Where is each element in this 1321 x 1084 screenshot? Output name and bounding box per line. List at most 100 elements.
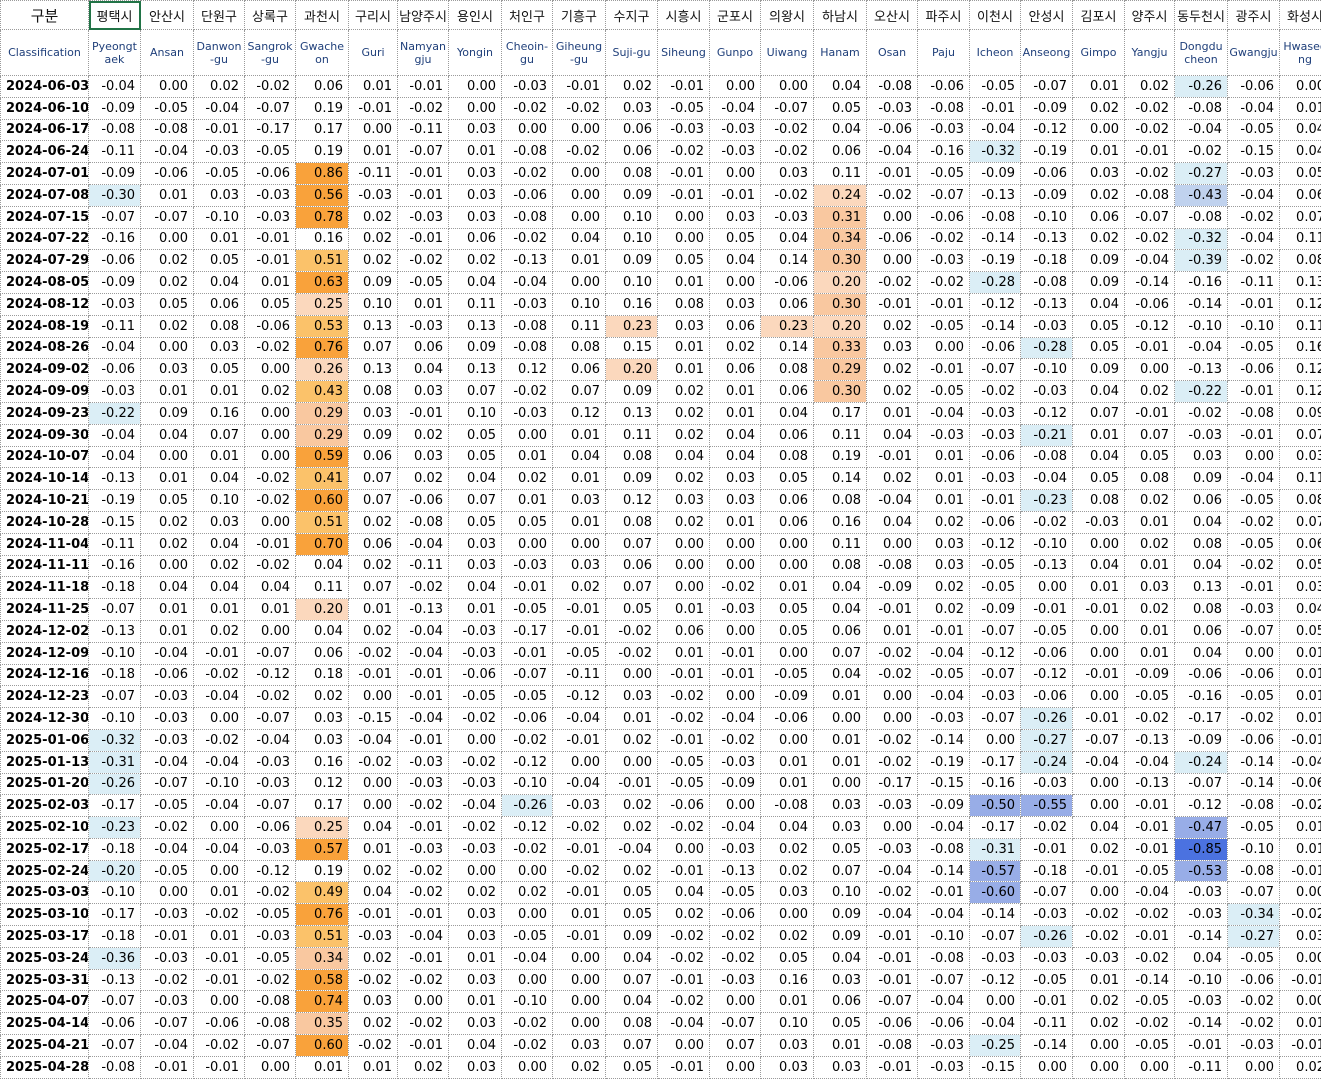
value-cell[interactable]: 0.05 bbox=[1072, 336, 1125, 360]
value-cell[interactable]: -0.13 bbox=[88, 619, 141, 643]
value-cell[interactable]: -0.01 bbox=[1020, 990, 1073, 1014]
value-cell[interactable]: 0.08 bbox=[1174, 532, 1228, 556]
row-date[interactable]: 2025-02-03 bbox=[0, 794, 89, 818]
value-cell[interactable]: 0.05 bbox=[813, 1012, 867, 1036]
value-cell[interactable]: 0.05 bbox=[501, 510, 553, 534]
value-cell[interactable]: -0.02 bbox=[709, 576, 761, 600]
value-cell[interactable]: 0.05 bbox=[448, 510, 502, 534]
value-cell[interactable]: 0.11 bbox=[813, 423, 867, 447]
value-cell[interactable]: -0.02 bbox=[866, 663, 918, 687]
value-cell[interactable]: 0.04 bbox=[552, 445, 606, 469]
value-cell[interactable]: 0.00 bbox=[657, 554, 710, 578]
value-cell[interactable]: 0.07 bbox=[193, 423, 245, 447]
value-cell[interactable]: 0.04 bbox=[1279, 140, 1321, 164]
value-cell[interactable]: 0.04 bbox=[760, 401, 814, 425]
value-cell[interactable]: -0.04 bbox=[88, 336, 141, 360]
value-cell[interactable]: 0.07 bbox=[552, 380, 606, 403]
value-cell[interactable]: -0.07 bbox=[1227, 619, 1280, 643]
value-cell[interactable]: -0.05 bbox=[1020, 619, 1073, 643]
value-cell[interactable]: -0.10 bbox=[501, 772, 553, 796]
value-cell[interactable]: -0.02 bbox=[1072, 903, 1125, 927]
row-date[interactable]: 2025-03-24 bbox=[0, 946, 89, 970]
value-cell[interactable]: -0.02 bbox=[605, 641, 658, 665]
value-cell[interactable]: -0.02 bbox=[501, 227, 553, 251]
value-cell[interactable]: -0.02 bbox=[605, 619, 658, 643]
value-cell[interactable]: 0.20 bbox=[813, 271, 867, 294]
value-cell[interactable]: -0.04 bbox=[1227, 227, 1280, 251]
value-cell[interactable]: 0.14 bbox=[760, 336, 814, 360]
value-cell[interactable]: 0.04 bbox=[295, 554, 349, 578]
value-cell[interactable]: 0.07 bbox=[348, 489, 398, 512]
value-cell[interactable]: 0.01 bbox=[1279, 707, 1321, 730]
value-cell[interactable]: -0.01 bbox=[657, 728, 710, 752]
value-cell[interactable]: -0.09 bbox=[969, 598, 1021, 621]
value-cell[interactable]: -0.01 bbox=[1124, 816, 1175, 839]
value-cell[interactable]: 0.02 bbox=[348, 859, 398, 883]
value-cell[interactable]: 0.03 bbox=[760, 1034, 814, 1057]
value-cell[interactable]: -0.01 bbox=[193, 641, 245, 665]
value-cell[interactable]: 0.01 bbox=[1279, 685, 1321, 709]
value-cell[interactable]: 0.08 bbox=[813, 489, 867, 512]
value-cell[interactable]: -0.14 bbox=[1227, 750, 1280, 774]
value-cell[interactable]: 0.07 bbox=[348, 467, 398, 491]
value-cell[interactable]: -0.03 bbox=[917, 1055, 970, 1079]
value-cell[interactable]: 0.00 bbox=[552, 118, 606, 142]
value-cell[interactable]: -0.02 bbox=[1174, 401, 1228, 425]
value-cell[interactable]: 0.04 bbox=[813, 75, 867, 98]
value-cell[interactable]: -0.01 bbox=[140, 1055, 194, 1079]
value-cell[interactable]: -0.08 bbox=[140, 118, 194, 142]
value-cell[interactable]: 0.10 bbox=[605, 271, 658, 294]
value-cell[interactable]: -0.04 bbox=[448, 794, 502, 818]
value-cell[interactable]: 0.07 bbox=[348, 576, 398, 600]
value-cell[interactable]: 0.00 bbox=[244, 1055, 296, 1079]
value-cell[interactable]: -0.02 bbox=[657, 685, 710, 709]
value-cell[interactable]: 0.04 bbox=[397, 358, 449, 382]
value-cell[interactable]: -0.03 bbox=[140, 903, 194, 927]
value-cell[interactable]: 0.02 bbox=[193, 75, 245, 98]
value-cell[interactable]: 0.06 bbox=[552, 358, 606, 382]
value-cell[interactable]: -0.04 bbox=[88, 445, 141, 469]
value-cell[interactable]: -0.05 bbox=[1227, 118, 1280, 142]
value-cell[interactable]: -0.03 bbox=[140, 685, 194, 709]
value-cell[interactable]: 0.00 bbox=[501, 968, 553, 992]
value-cell[interactable]: 0.06 bbox=[605, 140, 658, 164]
value-cell[interactable]: 0.08 bbox=[605, 510, 658, 534]
value-cell[interactable]: -0.05 bbox=[917, 663, 970, 687]
value-cell[interactable]: -0.02 bbox=[348, 750, 398, 774]
value-cell[interactable]: 0.00 bbox=[448, 728, 502, 752]
value-cell[interactable]: 0.58 bbox=[295, 968, 349, 992]
value-cell[interactable]: -0.04 bbox=[193, 837, 245, 861]
value-cell[interactable]: -0.16 bbox=[917, 140, 970, 164]
value-cell[interactable]: 0.08 bbox=[605, 445, 658, 469]
value-cell[interactable]: -0.27 bbox=[1174, 162, 1228, 185]
value-cell[interactable]: 0.06 bbox=[760, 510, 814, 534]
value-cell[interactable]: -0.10 bbox=[88, 641, 141, 665]
value-cell[interactable]: 0.04 bbox=[813, 576, 867, 600]
value-cell[interactable]: -0.23 bbox=[88, 816, 141, 839]
value-cell[interactable]: 0.00 bbox=[193, 816, 245, 839]
value-cell[interactable]: -0.03 bbox=[501, 75, 553, 98]
value-cell[interactable]: -0.07 bbox=[760, 96, 814, 120]
value-cell[interactable]: -0.06 bbox=[501, 183, 553, 207]
value-cell[interactable]: 0.01 bbox=[657, 336, 710, 360]
value-cell[interactable]: -0.17 bbox=[244, 118, 296, 142]
value-cell[interactable]: -0.02 bbox=[1227, 554, 1280, 578]
value-cell[interactable]: -0.08 bbox=[866, 554, 918, 578]
value-cell[interactable]: -0.03 bbox=[140, 990, 194, 1014]
value-cell[interactable]: 0.01 bbox=[397, 292, 449, 316]
value-cell[interactable]: -0.15 bbox=[969, 1055, 1021, 1079]
value-cell[interactable]: 0.09 bbox=[1072, 358, 1125, 382]
value-cell[interactable]: -0.04 bbox=[969, 118, 1021, 142]
value-cell[interactable]: 0.02 bbox=[348, 249, 398, 273]
value-cell[interactable]: 0.18 bbox=[295, 663, 349, 687]
value-cell[interactable]: -0.02 bbox=[1227, 1012, 1280, 1036]
value-cell[interactable]: 0.01 bbox=[760, 990, 814, 1014]
value-cell[interactable]: -0.01 bbox=[397, 946, 449, 970]
value-cell[interactable]: 0.00 bbox=[552, 162, 606, 185]
value-cell[interactable]: 0.02 bbox=[1072, 227, 1125, 251]
value-cell[interactable]: -0.06 bbox=[501, 707, 553, 730]
value-cell[interactable]: 0.09 bbox=[605, 467, 658, 491]
value-cell[interactable]: 0.00 bbox=[1072, 619, 1125, 643]
row-date[interactable]: 2024-07-15 bbox=[0, 205, 89, 229]
value-cell[interactable]: 0.10 bbox=[193, 489, 245, 512]
